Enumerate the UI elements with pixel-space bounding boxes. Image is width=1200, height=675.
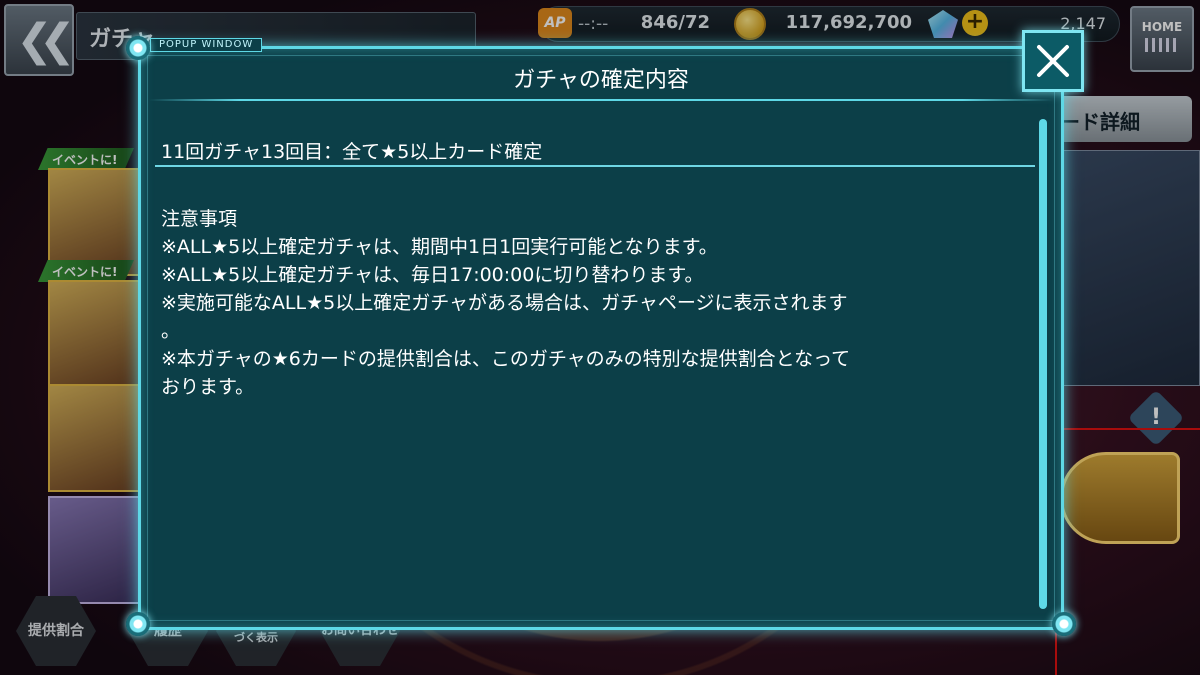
notes-heading: 注意事項 [161, 208, 238, 230]
corner-ornament [1052, 612, 1076, 636]
notes-body: 注意事項 ※ALL★5以上確定ガチャは、期間中1日1回実行可能となります。 ※A… [161, 205, 1031, 401]
note-line: 。 [161, 320, 181, 342]
popup-window-label: POPUP WINDOW [150, 38, 263, 52]
corner-ornament [126, 36, 150, 60]
section-heading: 11回ガチャ13回目：全て★5以上カード確定 [161, 141, 543, 163]
corner-ornament [126, 612, 150, 636]
close-button[interactable] [1022, 30, 1084, 92]
close-icon [1037, 45, 1069, 77]
note-line: ※実施可能なALL★5以上確定ガチャがある場合は、ガチャページに表示されます [161, 292, 848, 314]
note-line: ※ALL★5以上確定ガチャは、毎日17:00:00に切り替わります。 [161, 264, 704, 286]
title-divider [149, 99, 1053, 101]
modal-title: ガチャの確定内容 [513, 68, 689, 93]
note-line: ※ALL★5以上確定ガチャは、期間中1日1回実行可能となります。 [161, 236, 718, 258]
note-line: おります。 [161, 376, 255, 398]
section-divider [155, 165, 1035, 167]
scrollbar-thumb[interactable] [1039, 119, 1047, 609]
note-line: ※本ガチャの★6カードの提供割合は、このガチャのみの特別な提供割合となって [161, 348, 851, 370]
gacha-confirm-modal: ガチャの確定内容 11回ガチャ13回目：全て★5以上カード確定 注意事項 ※AL… [138, 46, 1064, 630]
